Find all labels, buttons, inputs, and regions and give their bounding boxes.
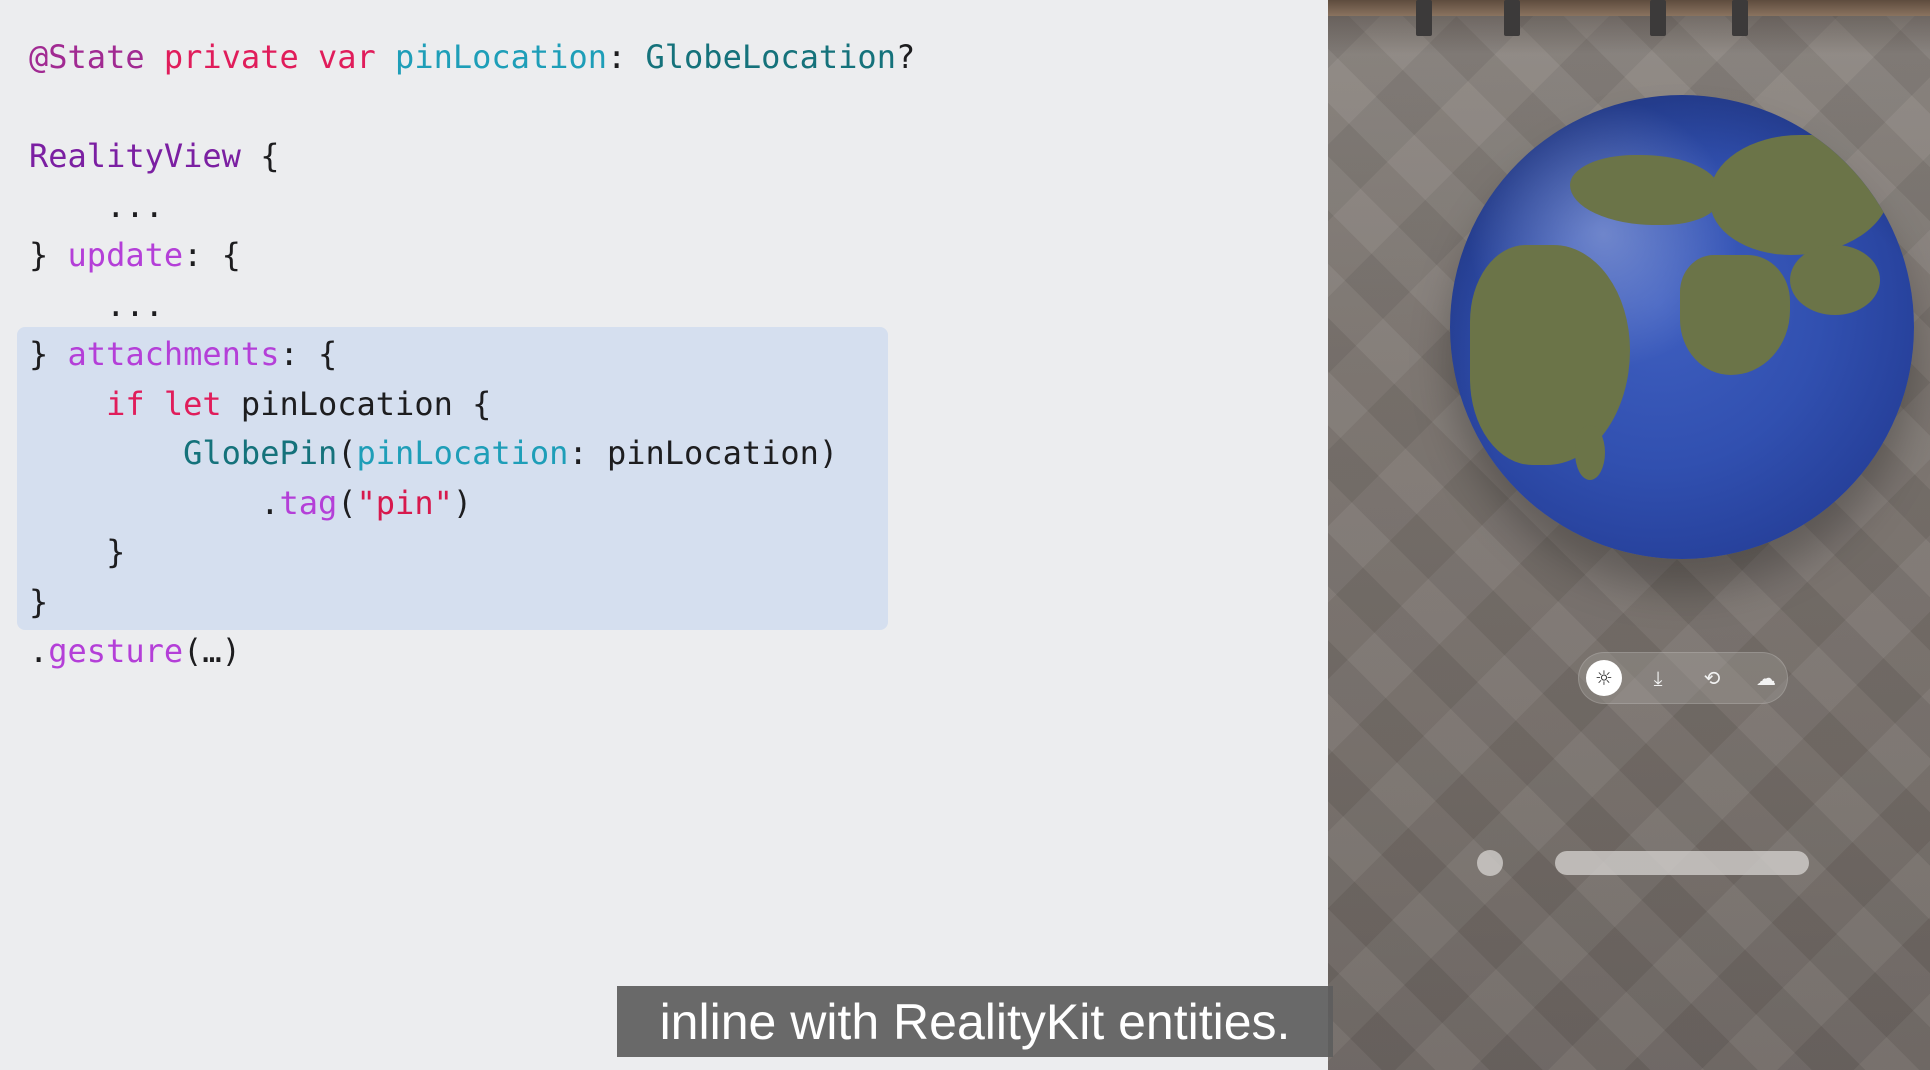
caption-text: inline with RealityKit entities. bbox=[659, 993, 1291, 1050]
code-line: } bbox=[29, 578, 915, 628]
code-token: GlobePin bbox=[183, 434, 338, 472]
visionos-scene: ☼ ⤓ ⟲ ☁ bbox=[1328, 0, 1930, 1070]
code-token: ( bbox=[337, 434, 357, 472]
code-token: ? bbox=[895, 38, 916, 76]
rotate-button[interactable]: ⟲ bbox=[1694, 660, 1730, 696]
subtitle-caption: inline with RealityKit entities. bbox=[617, 986, 1333, 1057]
code-token: . bbox=[29, 483, 280, 522]
table-leg bbox=[1504, 0, 1520, 36]
code-token: GlobeLocation bbox=[645, 38, 896, 76]
rotate-icon: ⟲ bbox=[1703, 666, 1721, 690]
window-grab-bar[interactable] bbox=[1555, 851, 1809, 875]
sun-icon: ☼ bbox=[1595, 666, 1613, 690]
code-line: } update: { bbox=[29, 231, 915, 281]
code-token: RealityView bbox=[29, 137, 241, 175]
code-token: var bbox=[317, 38, 376, 76]
code-token: : pinLocation) bbox=[568, 434, 839, 472]
globe-landmass bbox=[1680, 255, 1790, 375]
globe-ornament: ☼ ⤓ ⟲ ☁ bbox=[1578, 652, 1788, 704]
table-leg bbox=[1732, 0, 1748, 36]
pin-drop-button[interactable]: ⤓ bbox=[1640, 660, 1676, 696]
globe-landmass bbox=[1790, 245, 1880, 315]
code-line: ... bbox=[29, 182, 915, 232]
table-leg bbox=[1650, 0, 1666, 36]
code-line: if let pinLocation { bbox=[29, 380, 915, 430]
code-token: (…) bbox=[183, 632, 241, 670]
globe-entity[interactable] bbox=[1450, 95, 1914, 559]
globe-landmass bbox=[1470, 245, 1630, 465]
code-line: .tag("pin") bbox=[29, 479, 915, 529]
globe-landmass bbox=[1710, 135, 1890, 255]
code-token: private bbox=[163, 38, 299, 76]
code-token: : bbox=[606, 38, 646, 76]
code-token: . bbox=[29, 632, 49, 670]
code-token: } bbox=[29, 236, 68, 274]
code-line: GlobePin(pinLocation: pinLocation) bbox=[29, 429, 915, 479]
code-token: ( bbox=[337, 483, 357, 522]
code-token: : { bbox=[279, 335, 338, 373]
window-close-dot[interactable] bbox=[1477, 850, 1503, 876]
code-line: } bbox=[29, 528, 915, 578]
globe-landmass bbox=[1570, 155, 1720, 225]
code-token: gesture bbox=[48, 632, 184, 670]
code-line: ... bbox=[29, 281, 915, 331]
globe-landmass bbox=[1575, 425, 1605, 480]
code-token: } bbox=[29, 533, 126, 571]
code-token: { bbox=[240, 137, 280, 175]
code-line: .gesture(…) bbox=[29, 627, 915, 677]
code-line: RealityView { bbox=[29, 132, 915, 182]
code-token: attachments bbox=[67, 335, 280, 373]
code-token: "pin" bbox=[356, 483, 453, 522]
code-line: } attachments: { bbox=[29, 330, 915, 380]
code-token: ... bbox=[29, 186, 164, 225]
code-token: if bbox=[106, 384, 145, 423]
code-token: tag bbox=[279, 483, 338, 522]
code-token: update bbox=[67, 236, 184, 274]
code-token: } bbox=[29, 335, 68, 373]
code-token: pinLocation bbox=[356, 434, 569, 472]
cloud-sun-button[interactable]: ☁ bbox=[1748, 660, 1784, 696]
cloud-sun-icon: ☁ bbox=[1756, 666, 1776, 690]
code-token: : { bbox=[183, 236, 241, 274]
pin-drop-icon: ⤓ bbox=[1653, 666, 1663, 690]
code-token: pinLocation { bbox=[221, 384, 492, 423]
code-line: @State private var pinLocation: GlobeLoc… bbox=[29, 33, 915, 83]
code-slide: @State private var pinLocation: GlobeLoc… bbox=[0, 0, 1328, 1070]
code-token: let bbox=[163, 384, 222, 423]
table-leg bbox=[1416, 0, 1432, 36]
code-block: @State private var pinLocation: GlobeLoc… bbox=[29, 33, 915, 677]
code-token: pinLocation bbox=[395, 38, 607, 76]
code-token: ... bbox=[29, 285, 164, 324]
code-token: @State bbox=[29, 38, 145, 76]
code-token: } bbox=[29, 582, 49, 621]
code-token: ) bbox=[452, 483, 473, 522]
sun-button[interactable]: ☼ bbox=[1586, 660, 1622, 696]
